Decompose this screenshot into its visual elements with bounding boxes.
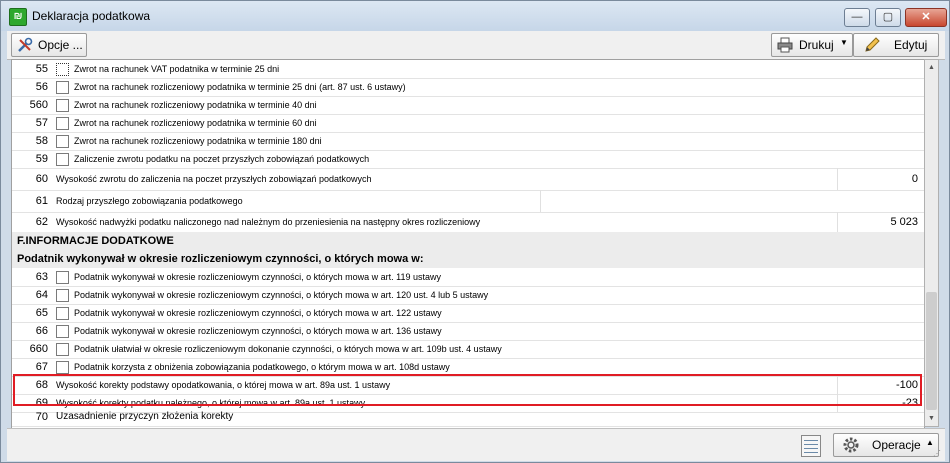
section-header: F.INFORMACJE DODATKOWE <box>12 232 924 250</box>
row-value[interactable]: 5 023 <box>838 212 918 232</box>
gear-icon <box>843 437 859 453</box>
table-row: 62 Wysokość nadwyżki podatku naliczonego… <box>12 212 924 233</box>
row-number: 57 <box>35 117 48 129</box>
row-number: 60 <box>35 173 48 185</box>
section-title: F.INFORMACJE DODATKOWE <box>17 235 174 247</box>
app-window: ₪ Deklaracja podatkowa — ▢ ✕ Opcje ... D… <box>0 0 950 463</box>
table-row: 61 Rodzaj przyszłego zobowiązania podatk… <box>12 190 924 213</box>
table-row: 560 Zwrot na rachunek rozliczeniowy poda… <box>12 96 924 115</box>
row-checkbox[interactable] <box>56 117 69 130</box>
row-label: Wysokość zwrotu do zaliczenia na poczet … <box>56 174 372 184</box>
table-row: 55 Zwrot na rachunek VAT podatnika w ter… <box>12 60 924 79</box>
print-button[interactable]: Drukuj ▼ <box>771 33 853 57</box>
row-number: 61 <box>35 195 48 207</box>
table-row: 660 Podatnik ułatwiał w okresie rozlicze… <box>12 340 924 359</box>
column-divider <box>540 190 541 212</box>
minimize-button[interactable]: — <box>844 8 870 27</box>
print-label: Drukuj <box>799 38 834 52</box>
scroll-up-icon[interactable]: ▲ <box>925 61 938 75</box>
row-number: 59 <box>35 153 48 165</box>
options-label: Opcje ... <box>38 38 83 52</box>
row-number: 65 <box>35 307 48 319</box>
edit-button[interactable]: Edytuj <box>853 33 939 57</box>
pencil-icon <box>865 37 880 52</box>
row-label: Rodzaj przyszłego zobowiązania podatkowe… <box>56 196 243 206</box>
app-icon: ₪ <box>9 8 27 26</box>
row-checkbox[interactable] <box>56 271 69 284</box>
table-row: 66 Podatnik wykonywał w okresie rozlicze… <box>12 322 924 341</box>
scrollbar-thumb[interactable] <box>926 292 937 410</box>
row-checkbox[interactable] <box>56 99 69 112</box>
resize-grip-icon[interactable]: ⋰ <box>933 449 943 459</box>
options-button[interactable]: Opcje ... <box>11 33 87 57</box>
row-label: Zaliczenie zwrotu podatku na poczet przy… <box>74 154 370 164</box>
row-number: 660 <box>29 343 48 355</box>
row-label: Podatnik wykonywał w okresie rozliczenio… <box>74 290 489 300</box>
row-number: 56 <box>35 81 48 93</box>
table-row: 63 Podatnik wykonywał w okresie rozlicze… <box>12 268 924 287</box>
row-label: Uzasadnienie przyczyn złożenia korekty <box>56 411 234 422</box>
close-button[interactable]: ✕ <box>905 8 947 27</box>
row-label: Zwrot na rachunek VAT podatnika w termin… <box>74 64 280 74</box>
section-subtitle: Podatnik wykonywał w okresie rozliczenio… <box>17 253 424 265</box>
table-row: 57 Zwrot na rachunek rozliczeniowy podat… <box>12 114 924 133</box>
table-row: 70 Uzasadnienie przyczyn złożenia korekt… <box>12 408 924 427</box>
tools-icon <box>18 37 33 52</box>
row-checkbox[interactable] <box>56 135 69 148</box>
row-number: 62 <box>35 216 48 228</box>
row-value[interactable]: 0 <box>838 168 918 190</box>
print-dropdown-icon[interactable]: ▼ <box>840 32 848 54</box>
row-number: 70 <box>35 411 48 423</box>
vertical-scrollbar[interactable]: ▲ ▼ <box>924 59 939 427</box>
row-label: Zwrot na rachunek rozliczeniowy podatnik… <box>74 136 322 146</box>
row-number: 560 <box>29 99 48 111</box>
row-label: Zwrot na rachunek rozliczeniowy podatnik… <box>74 82 406 92</box>
row-label: Zwrot na rachunek rozliczeniowy podatnik… <box>74 100 317 110</box>
window-title: Deklaracja podatkowa <box>32 9 151 23</box>
table-row: 56 Zwrot na rachunek rozliczeniowy podat… <box>12 78 924 97</box>
highlight-box <box>13 374 922 406</box>
row-label: Podatnik wykonywał w okresie rozliczenio… <box>74 308 442 318</box>
status-bar: Operacje ▲ ⋰ <box>7 428 945 461</box>
row-number: 64 <box>35 289 48 301</box>
row-number: 63 <box>35 271 48 283</box>
row-checkbox[interactable] <box>56 361 69 374</box>
maximize-button[interactable]: ▢ <box>875 8 901 27</box>
row-label: Zwrot na rachunek rozliczeniowy podatnik… <box>74 118 317 128</box>
row-label: Wysokość nadwyżki podatku naliczonego na… <box>56 217 481 227</box>
declaration-grid: 55 Zwrot na rachunek VAT podatnika w ter… <box>11 59 925 429</box>
operations-button[interactable]: Operacje ▲ <box>833 433 939 457</box>
row-checkbox[interactable] <box>56 289 69 302</box>
row-number: 66 <box>35 325 48 337</box>
row-label: Podatnik wykonywał w okresie rozliczenio… <box>74 272 441 282</box>
row-number: 58 <box>35 135 48 147</box>
row-checkbox[interactable] <box>56 343 69 356</box>
toolbar: Opcje ... Drukuj ▼ Edytuj <box>7 31 945 60</box>
row-label: Podatnik ułatwiał w okresie rozliczeniow… <box>74 344 502 354</box>
operations-label: Operacje <box>872 438 921 452</box>
notes-icon[interactable] <box>801 435 821 457</box>
row-checkbox[interactable] <box>56 325 69 338</box>
section-subheader: Podatnik wykonywał w okresie rozliczenio… <box>12 250 924 268</box>
printer-icon <box>777 37 793 53</box>
edit-label: Edytuj <box>894 38 928 52</box>
table-row: 58 Zwrot na rachunek rozliczeniowy podat… <box>12 132 924 151</box>
table-row: 59 Zaliczenie zwrotu podatku na poczet p… <box>12 150 924 169</box>
row-checkbox[interactable] <box>56 153 69 166</box>
row-checkbox[interactable] <box>56 307 69 320</box>
row-checkbox[interactable] <box>56 81 69 94</box>
row-checkbox[interactable] <box>56 63 69 76</box>
row-number: 55 <box>35 63 48 75</box>
table-row: 65 Podatnik wykonywał w okresie rozlicze… <box>12 304 924 323</box>
title-bar: ₪ Deklaracja podatkowa — ▢ ✕ <box>1 1 949 31</box>
scroll-down-icon[interactable]: ▼ <box>925 412 938 426</box>
row-label: Podatnik wykonywał w okresie rozliczenio… <box>74 326 442 336</box>
table-row: 64 Podatnik wykonywał w okresie rozlicze… <box>12 286 924 305</box>
table-row: 60 Wysokość zwrotu do zaliczenia na pocz… <box>12 168 924 191</box>
